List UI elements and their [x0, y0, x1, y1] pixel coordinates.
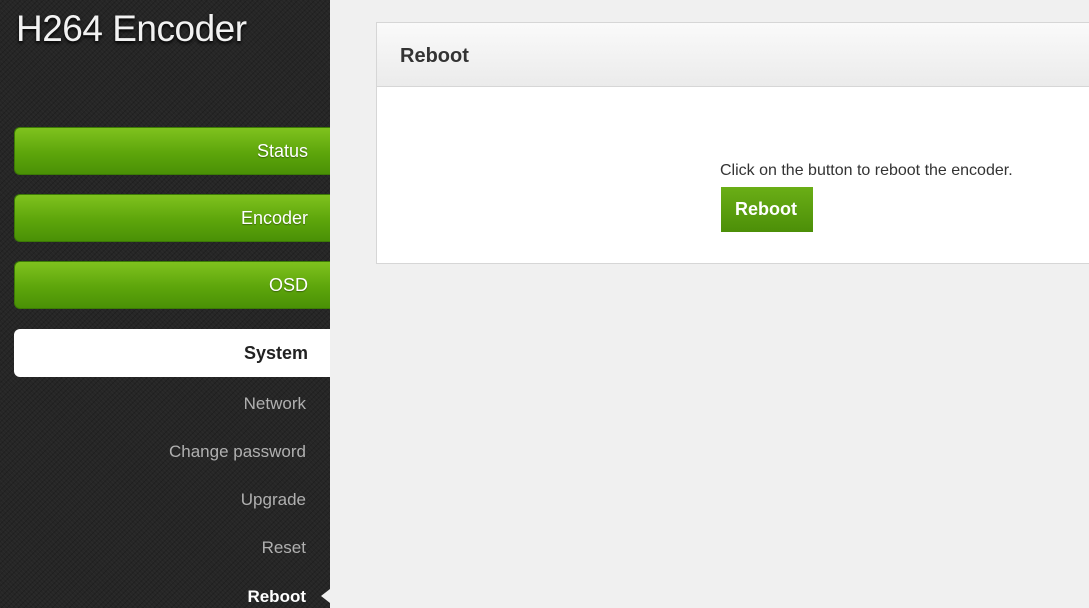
app-title: H264 Encoder	[16, 8, 247, 49]
sub-item-reset[interactable]: Reset	[262, 538, 306, 558]
sub-item-change-password[interactable]: Change password	[169, 442, 306, 462]
sub-item-upgrade[interactable]: Upgrade	[241, 490, 306, 510]
panel-title: Reboot	[400, 45, 469, 67]
reboot-description: Click on the button to reboot the encode…	[720, 162, 1013, 179]
reboot-panel: Reboot Click on the button to reboot the…	[376, 22, 1089, 264]
sidebar: H264 Encoder Status Encoder OSD System N…	[0, 0, 330, 608]
nav-item-encoder[interactable]: Encoder	[14, 194, 330, 242]
nav-item-system[interactable]: System	[14, 329, 330, 377]
sub-item-network[interactable]: Network	[244, 394, 306, 414]
panel-header: Reboot	[377, 23, 1089, 87]
current-page-indicator-icon	[321, 589, 330, 603]
nav-item-osd[interactable]: OSD	[14, 261, 330, 309]
sub-item-reboot[interactable]: Reboot	[247, 587, 306, 607]
reboot-button[interactable]: Reboot	[721, 187, 813, 232]
nav-item-status[interactable]: Status	[14, 127, 330, 175]
